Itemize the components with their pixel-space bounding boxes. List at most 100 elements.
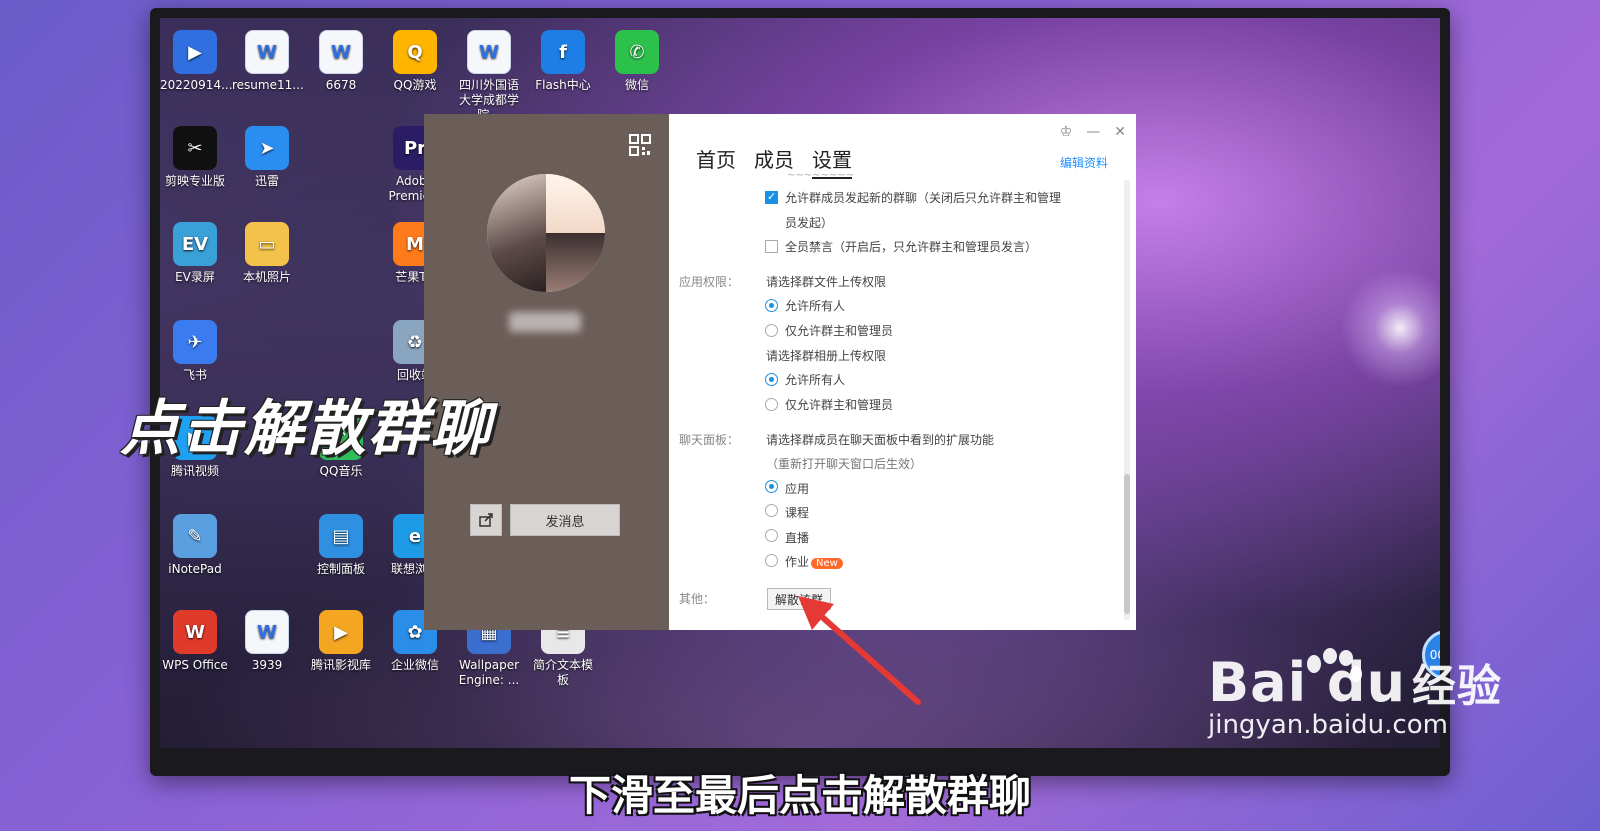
desktop-icon-label: QQ游戏 bbox=[393, 78, 437, 92]
panel-live-label: 直播 bbox=[785, 531, 810, 545]
app-icon: W bbox=[173, 610, 217, 654]
desktop-icon[interactable]: ▶ 腾讯影视库 bbox=[306, 610, 376, 673]
desktop-icon[interactable]: ▤ 控制面板 bbox=[306, 514, 376, 577]
other-label: 其他： bbox=[679, 592, 716, 606]
share-icon bbox=[479, 513, 493, 527]
tab-home[interactable]: 首页 bbox=[696, 144, 736, 179]
desktop-icon[interactable]: Wresume11... bbox=[232, 30, 304, 93]
desktop-icon-label: 剪映专业版 bbox=[164, 174, 225, 188]
panel-app-label: 应用 bbox=[785, 482, 810, 496]
app-icon: W bbox=[319, 30, 363, 74]
app-icon: ▶ bbox=[173, 30, 217, 74]
skin-icon[interactable]: ♔ bbox=[1060, 124, 1073, 140]
panel-homework-label: 作业 bbox=[785, 555, 810, 569]
desktop-icon-label: Flash中心 bbox=[535, 78, 591, 92]
watermark-logo-text: Bai du bbox=[1208, 651, 1407, 714]
allow-new-chat-checkbox[interactable] bbox=[765, 190, 778, 204]
edit-profile-link[interactable]: 编辑资料 bbox=[1060, 154, 1108, 171]
app-icon: f bbox=[541, 30, 585, 74]
desktop-icon[interactable]: ▭ 本机照片 bbox=[232, 222, 302, 285]
desktop-icon-label: 腾讯影视库 bbox=[310, 658, 371, 672]
group-name-blurred bbox=[509, 312, 581, 332]
app-icon: W bbox=[245, 30, 289, 74]
file-upload-admin-radio[interactable] bbox=[765, 324, 778, 337]
baidu-watermark: Bai du 经验 jingyan.baidu.com bbox=[1208, 650, 1502, 740]
desktop-icon-label: 6678 bbox=[325, 78, 357, 92]
scrollbar-thumb[interactable] bbox=[1124, 474, 1130, 614]
desktop-icon-label: 企业微信 bbox=[390, 658, 439, 672]
desktop-icon[interactable]: EV EV录屏 bbox=[160, 222, 230, 285]
app-icon: ▶ bbox=[319, 610, 363, 654]
desktop-icon-label: EV录屏 bbox=[175, 270, 215, 284]
desktop-icon[interactable]: f Flash中心 bbox=[528, 30, 598, 93]
group-avatar bbox=[487, 174, 605, 292]
file-upload-all-label: 允许所有人 bbox=[785, 299, 846, 313]
app-icon: ▭ bbox=[245, 222, 289, 266]
desktop-icon-label: resume11... bbox=[232, 78, 304, 92]
desktop-icon-label: WPS Office bbox=[162, 658, 228, 672]
mute-all-label: 全员禁言（开启后，只允许群主和管理员发言） bbox=[785, 240, 1038, 254]
minimize-icon[interactable]: — bbox=[1086, 124, 1100, 140]
desktop-icon-label: 本机照片 bbox=[242, 270, 291, 284]
desktop-icon-label: 迅雷 bbox=[254, 174, 279, 188]
watermark-cn: 经验 bbox=[1412, 661, 1503, 712]
desktop-icon-label: Wallpaper Engine: ... bbox=[458, 658, 520, 687]
app-icon: W bbox=[245, 610, 289, 654]
desktop-icon-label: 微信 bbox=[624, 78, 649, 92]
desktop-icon-label: 3939 bbox=[251, 658, 283, 672]
file-upload-all-radio[interactable] bbox=[765, 299, 778, 312]
album-upload-admin-radio[interactable] bbox=[765, 398, 778, 411]
allow-new-chat-label: 允许群成员发起新的群聊（关闭后只允许群主和管理 bbox=[785, 191, 1062, 205]
chat-panel-label: 聊天面板： bbox=[679, 433, 740, 447]
qr-code-icon[interactable] bbox=[629, 134, 651, 156]
desktop-icon[interactable]: ➤ 迅雷 bbox=[232, 126, 302, 189]
desktop-icon[interactable]: W四川外国语大学成都学院... bbox=[454, 30, 524, 123]
album-upload-admin-label: 仅允许群主和管理员 bbox=[785, 398, 894, 412]
new-badge: New bbox=[811, 558, 843, 569]
panel-homework-radio[interactable] bbox=[765, 554, 778, 567]
desktop-icon[interactable]: Q QQ游戏 bbox=[380, 30, 450, 93]
group-settings-panel: ♔ — ✕ 首页 成员 设置 编辑资料 ~~~~~~~~ 允许群成员发起新的群聊… bbox=[669, 114, 1136, 630]
file-upload-admin-label: 仅允许群主和管理员 bbox=[785, 324, 894, 338]
panel-app-radio[interactable] bbox=[765, 480, 778, 493]
desktop-icon[interactable]: ▶ 20220914... bbox=[160, 30, 233, 93]
app-icon: ✈ bbox=[173, 320, 217, 364]
watermark-logo: Bai du 经验 bbox=[1208, 650, 1502, 714]
desktop-icon-label: 20220914... bbox=[160, 78, 233, 92]
app-icon: ✆ bbox=[615, 30, 659, 74]
close-icon[interactable]: ✕ bbox=[1114, 124, 1126, 140]
chat-panel-prompt: 请选择群成员在聊天面板中看到的扩展功能 bbox=[766, 433, 995, 447]
file-upload-prompt: 请选择群文件上传权限 bbox=[766, 275, 887, 289]
desktop-icon-label: 控制面板 bbox=[316, 562, 365, 576]
app-icon: W bbox=[467, 30, 511, 74]
send-message-button[interactable]: 发消息 bbox=[510, 504, 620, 536]
app-permission-label: 应用权限： bbox=[679, 275, 740, 289]
desktop-icon[interactable]: W 6678 bbox=[306, 30, 376, 93]
overlay-title: 点击解散群聊 bbox=[120, 394, 492, 464]
app-icon: ➤ bbox=[245, 126, 289, 170]
chat-panel-note: （重新打开聊天窗口后生效） bbox=[766, 457, 923, 471]
share-button[interactable] bbox=[470, 504, 502, 536]
desktop-icon[interactable]: ✎ iNotePad bbox=[160, 514, 230, 577]
album-upload-all-radio[interactable] bbox=[765, 373, 778, 386]
annotation-arrow bbox=[798, 596, 921, 705]
app-icon: ▤ bbox=[319, 514, 363, 558]
desktop-icon[interactable]: W WPS Office bbox=[160, 610, 230, 673]
desktop-icon[interactable]: ✆ 微信 bbox=[602, 30, 672, 93]
desktop-icon[interactable]: ✈ 飞书 bbox=[160, 320, 230, 383]
mute-all-checkbox[interactable] bbox=[765, 240, 778, 253]
panel-homework-row: 作业 New bbox=[785, 553, 843, 570]
album-upload-prompt: 请选择群相册上传权限 bbox=[766, 349, 887, 363]
truncated-text: ~~~~~~~~ bbox=[787, 170, 855, 181]
group-profile-panel: 发消息 bbox=[424, 114, 669, 630]
app-icon: ✎ bbox=[173, 514, 217, 558]
video-subtitle: 下滑至最后点击解散群聊 bbox=[568, 771, 1031, 820]
background-glow bbox=[1340, 268, 1440, 388]
album-upload-all-label: 允许所有人 bbox=[785, 373, 846, 387]
panel-course-label: 课程 bbox=[785, 506, 810, 520]
desktop-icon[interactable]: W 3939 bbox=[232, 610, 302, 673]
panel-course-radio[interactable] bbox=[765, 504, 778, 517]
allow-new-chat-label-cont: 员发起） bbox=[785, 216, 834, 230]
panel-live-radio[interactable] bbox=[765, 529, 778, 542]
desktop-icon[interactable]: ✂ 剪映专业版 bbox=[160, 126, 230, 189]
